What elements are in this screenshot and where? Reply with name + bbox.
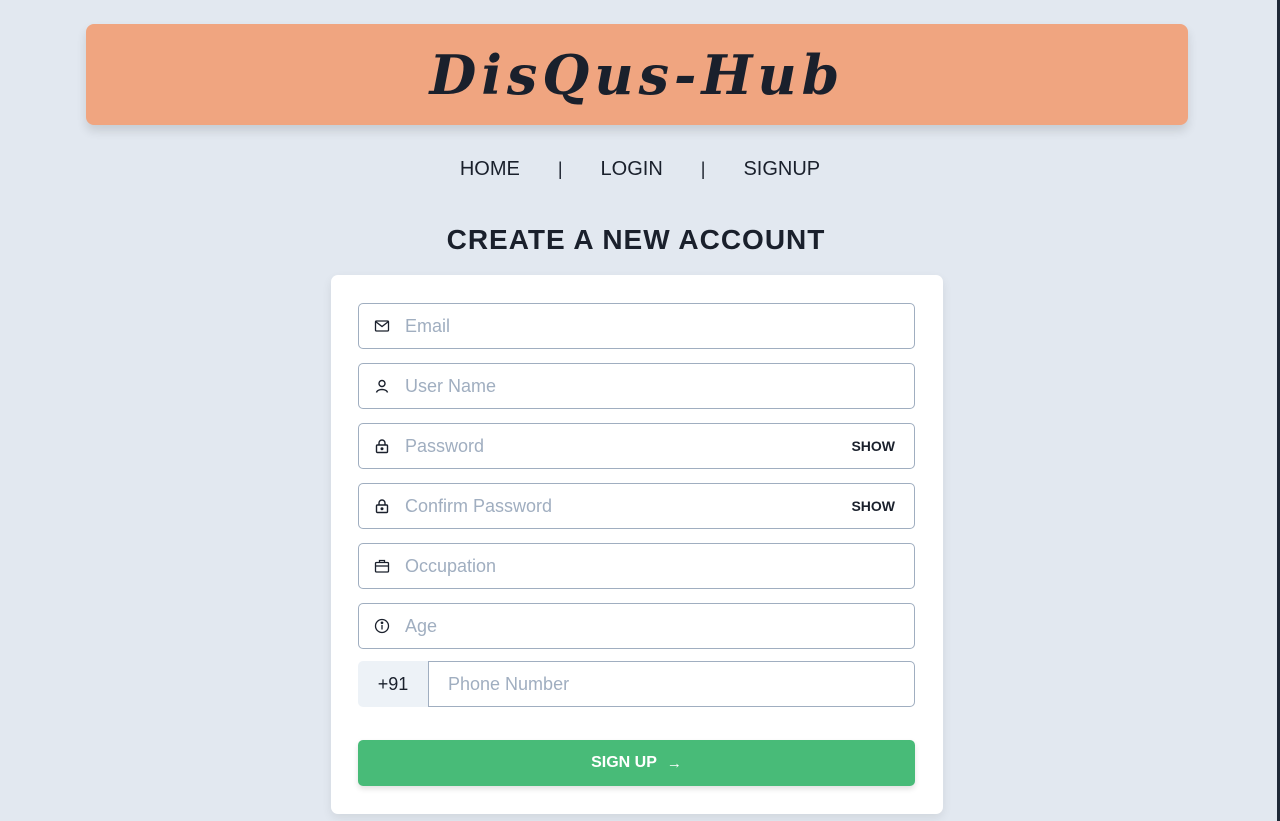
age-field-wrapper	[358, 603, 915, 649]
user-icon	[359, 364, 405, 408]
site-banner: DisQus-Hub	[86, 24, 1188, 125]
nav-login-link[interactable]: LOGIN	[601, 158, 663, 181]
signup-form: SHOW SHOW +91 SIGN UP →	[331, 275, 943, 814]
arrow-right-icon: →	[666, 754, 682, 772]
password-field-wrapper: SHOW	[358, 423, 915, 469]
country-code-prefix: +91	[358, 661, 428, 707]
show-confirm-password-button[interactable]: SHOW	[851, 498, 895, 514]
briefcase-icon	[359, 544, 405, 588]
show-password-button[interactable]: SHOW	[851, 438, 895, 454]
info-icon	[359, 604, 405, 648]
site-title: DisQus-Hub	[429, 42, 845, 107]
username-input[interactable]	[405, 364, 914, 408]
email-input[interactable]	[405, 304, 914, 348]
confirm-password-field-wrapper: SHOW	[358, 483, 915, 529]
username-field-wrapper	[358, 363, 915, 409]
occupation-field-wrapper	[358, 543, 915, 589]
password-input[interactable]	[405, 424, 852, 468]
lock-icon	[359, 424, 405, 468]
mail-icon	[359, 304, 405, 348]
nav-separator: |	[700, 158, 706, 179]
form-heading: CREATE A NEW ACCOUNT	[446, 224, 826, 255]
signup-button[interactable]: SIGN UP →	[358, 740, 915, 786]
age-input[interactable]	[405, 604, 914, 648]
main-nav: HOME | LOGIN | SIGNUP	[0, 155, 1280, 183]
lock-icon	[359, 484, 405, 528]
confirm-password-input[interactable]	[405, 484, 852, 528]
signup-button-label: SIGN UP	[591, 754, 657, 771]
nav-home-link[interactable]: HOME	[460, 158, 520, 181]
nav-separator: |	[557, 158, 563, 179]
phone-input[interactable]	[428, 661, 915, 707]
nav-signup-link[interactable]: SIGNUP	[743, 158, 820, 181]
phone-field-wrapper: +91	[358, 661, 915, 707]
occupation-input[interactable]	[405, 544, 914, 588]
email-field-wrapper	[358, 303, 915, 349]
